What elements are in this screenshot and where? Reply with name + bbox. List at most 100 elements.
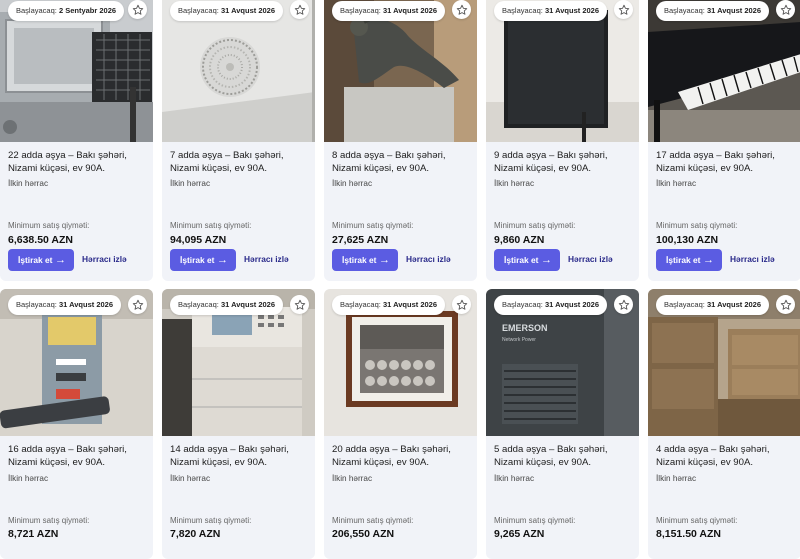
auction-type: İlkin hərrac	[494, 179, 535, 188]
bid-button[interactable]: İştirak et →	[8, 249, 74, 271]
start-date-badge: Başlayacaq: 31 Avqust 2026	[8, 295, 122, 315]
start-date-badge: Başlayacaq: 31 Avqust 2026	[332, 295, 446, 315]
arrow-right-icon: →	[541, 254, 552, 266]
min-price-label: Minimum satış qiyməti:	[8, 516, 90, 525]
start-date-badge: Başlayacaq: 31 Avqust 2026	[332, 1, 446, 21]
card-title[interactable]: 17 adda əşya – Bakı şəhəri, Nizami küçəs…	[656, 150, 795, 175]
min-price-label: Minimum satış qiyməti:	[656, 221, 738, 230]
auction-card[interactable]: Başlayacaq: 31 Avqust 2026 14 adda əşya …	[162, 289, 315, 559]
min-price-label: Minimum satış qiyməti:	[170, 221, 252, 230]
favorite-button[interactable]	[776, 295, 795, 314]
start-date-badge: Başlayacaq: 2 Sentyabr 2026	[8, 1, 125, 21]
card-title[interactable]: 9 adda əşya – Bakı şəhəri, Nizami küçəsi…	[494, 150, 633, 175]
star-outline-icon	[294, 4, 305, 15]
min-price-label: Minimum satış qiyməti:	[332, 221, 414, 230]
bid-button[interactable]: İştirak et →	[332, 249, 398, 271]
favorite-button[interactable]	[128, 295, 147, 314]
bid-button[interactable]: İştirak et →	[656, 249, 722, 271]
follow-auction-link[interactable]: Hərracı izlə	[730, 254, 775, 264]
min-price: 8,151.50 AZN	[656, 528, 721, 540]
auction-card[interactable]: Başlayacaq: 31 Avqust 2026 17 adda əşya …	[648, 0, 800, 281]
auction-card[interactable]: Başlayacaq: 31 Avqust 2026 9 adda əşya –…	[486, 0, 639, 281]
item-photo-display-screen[interactable]	[486, 0, 639, 142]
min-price-label: Minimum satış qiyməti:	[656, 516, 738, 525]
min-price: 9,265 AZN	[494, 528, 545, 540]
auction-card[interactable]: Başlayacaq: 31 Avqust 2026 7 adda əşya –…	[162, 0, 315, 281]
card-title[interactable]: 14 adda əşya – Bakı şəhəri, Nizami küçəs…	[170, 444, 309, 469]
item-photo-sculpture[interactable]	[324, 0, 477, 142]
card-title[interactable]: 4 adda əşya – Bakı şəhəri, Nizami küçəsi…	[656, 444, 795, 469]
star-outline-icon	[294, 299, 305, 310]
start-date-badge: Başlayacaq: 31 Avqust 2026	[170, 295, 284, 315]
min-price-label: Minimum satış qiyməti:	[332, 516, 414, 525]
item-photo-crystal-panel[interactable]	[162, 0, 315, 142]
auction-type: İlkin hərrac	[494, 474, 535, 483]
auction-card[interactable]: Başlayacaq: 31 Avqust 2026 8 adda əşya –…	[324, 0, 477, 281]
min-price-label: Minimum satış qiyməti:	[170, 516, 252, 525]
favorite-button[interactable]	[290, 295, 309, 314]
card-title[interactable]: 22 adda əşya – Bakı şəhəri, Nizami küçəs…	[8, 150, 147, 175]
svg-text:EMERSON: EMERSON	[502, 323, 548, 333]
auction-type: İlkin hərrac	[656, 179, 697, 188]
favorite-button[interactable]	[290, 0, 309, 19]
start-date-badge: Başlayacaq: 31 Avqust 2026	[170, 1, 284, 21]
min-price: 206,550 AZN	[332, 528, 395, 540]
arrow-right-icon: →	[55, 254, 66, 266]
arrow-right-icon: →	[703, 254, 714, 266]
min-price: 6,638.50 AZN	[8, 234, 73, 246]
min-price: 8,721 AZN	[8, 528, 59, 540]
start-date-badge: Başlayacaq: 31 Avqust 2026	[656, 1, 770, 21]
auction-card[interactable]: EMERSON Network Power Başlayacaq: 31 Avq…	[486, 289, 639, 559]
auction-type: İlkin hərrac	[656, 474, 697, 483]
bid-button[interactable]: İştirak et →	[494, 249, 560, 271]
card-title[interactable]: 5 adda əşya – Bakı şəhəri, Nizami küçəsi…	[494, 444, 633, 469]
auction-card[interactable]: Başlayacaq: 2 Sentyabr 2026 22 adda əşya…	[0, 0, 153, 281]
follow-auction-link[interactable]: Hərracı izlə	[244, 254, 289, 264]
card-title[interactable]: 7 adda əşya – Bakı şəhəri, Nizami küçəsi…	[170, 150, 309, 175]
item-photo-piano[interactable]	[648, 0, 800, 142]
auction-type: İlkin hərrac	[170, 474, 211, 483]
auction-type: İlkin hərrac	[332, 179, 373, 188]
auction-type: İlkin hərrac	[8, 474, 49, 483]
favorite-button[interactable]	[452, 295, 471, 314]
min-price: 7,820 AZN	[170, 528, 221, 540]
card-title[interactable]: 20 adda əşya – Bakı şəhəri, Nizami küçəs…	[332, 444, 471, 469]
card-title[interactable]: 8 adda əşya – Bakı şəhəri, Nizami küçəsi…	[332, 150, 471, 175]
star-outline-icon	[456, 299, 467, 310]
star-outline-icon	[780, 299, 791, 310]
follow-auction-link[interactable]: Hərracı izlə	[568, 254, 613, 264]
min-price: 9,860 AZN	[494, 234, 545, 246]
item-photo-fryer[interactable]	[0, 0, 153, 142]
auction-card[interactable]: Başlayacaq: 31 Avqust 2026 4 adda əşya –…	[648, 289, 800, 559]
min-price-label: Minimum satış qiyməti:	[494, 516, 576, 525]
star-outline-icon	[618, 299, 629, 310]
favorite-button[interactable]	[776, 0, 795, 19]
card-title[interactable]: 16 adda əşya – Bakı şəhəri, Nizami küçəs…	[8, 444, 147, 469]
favorite-button[interactable]	[128, 0, 147, 19]
start-date-badge: Başlayacaq: 31 Avqust 2026	[656, 295, 770, 315]
auction-type: İlkin hərrac	[332, 474, 373, 483]
svg-text:Network Power: Network Power	[502, 337, 536, 343]
auction-type: İlkin hərrac	[8, 179, 49, 188]
star-outline-icon	[132, 299, 143, 310]
auction-card[interactable]: Başlayacaq: 31 Avqust 2026 20 adda əşya …	[324, 289, 477, 559]
arrow-right-icon: →	[379, 254, 390, 266]
star-outline-icon	[132, 4, 143, 15]
start-date-badge: Başlayacaq: 31 Avqust 2026	[494, 1, 608, 21]
star-outline-icon	[456, 4, 467, 15]
follow-auction-link[interactable]: Hərracı izlə	[406, 254, 451, 264]
auction-type: İlkin hərrac	[170, 179, 211, 188]
bid-button[interactable]: İştirak et →	[170, 249, 236, 271]
start-date-badge: Başlayacaq: 31 Avqust 2026	[494, 295, 608, 315]
auction-card[interactable]: Başlayacaq: 31 Avqust 2026 16 adda əşya …	[0, 289, 153, 559]
min-price: 27,625 AZN	[332, 234, 389, 246]
favorite-button[interactable]	[452, 0, 471, 19]
follow-auction-link[interactable]: Hərracı izlə	[82, 254, 127, 264]
star-outline-icon	[780, 4, 791, 15]
star-outline-icon	[618, 4, 629, 15]
min-price: 100,130 AZN	[656, 234, 719, 246]
favorite-button[interactable]	[614, 295, 633, 314]
favorite-button[interactable]	[614, 0, 633, 19]
min-price-label: Minimum satış qiyməti:	[8, 221, 90, 230]
auction-grid: Başlayacaq: 2 Sentyabr 2026 22 adda əşya…	[0, 0, 800, 559]
